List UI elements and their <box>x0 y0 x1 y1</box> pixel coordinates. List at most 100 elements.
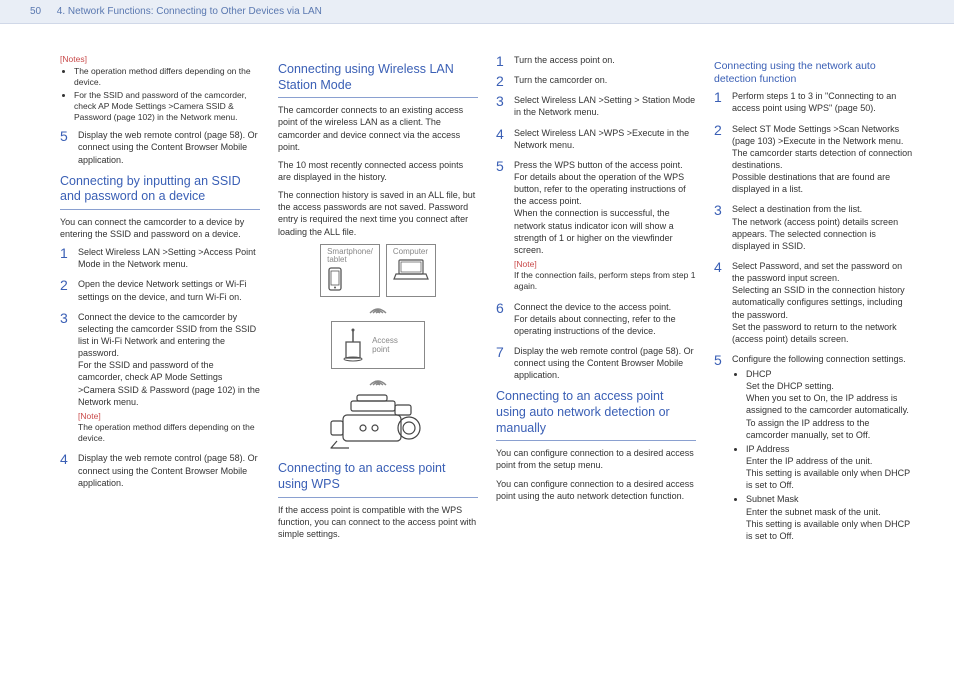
step-item: 3 Connect the device to the camcorder by … <box>60 311 260 445</box>
step-text: Configure the following connection setti… <box>732 354 906 364</box>
column-4: Connecting using the network auto detect… <box>714 54 914 550</box>
device-label: Computer <box>393 248 429 257</box>
connection-diagram: Smartphone/ tablet Computer <box>278 244 478 454</box>
step-number: 4 <box>60 450 68 469</box>
step-number: 1 <box>60 244 68 263</box>
camcorder-icon <box>323 393 433 453</box>
step-text: Press the WPS button of the access point… <box>514 160 686 255</box>
step-item: 4 Select Wireless LAN >WPS >Execute in th… <box>496 127 696 151</box>
device-label: Smartphone/ tablet <box>327 248 373 266</box>
step-item: 5 Display the web remote control (page 5… <box>60 129 260 165</box>
step-number: 2 <box>714 121 722 140</box>
step-item: 3 Select Wireless LAN >Setting > Station … <box>496 94 696 118</box>
step-text: Open the device Network settings or Wi-F… <box>78 279 247 301</box>
paragraph: If the access point is compatible with t… <box>278 504 478 540</box>
paragraph: The camcorder connects to an existing ac… <box>278 104 478 153</box>
step-text: Select Wireless LAN >Setting > Station M… <box>514 95 695 117</box>
smartphone-icon <box>327 267 373 291</box>
step-item: 2 Select ST Mode Settings >Scan Networks … <box>714 123 914 196</box>
note-label: [Note] <box>78 411 260 422</box>
step-item: 1Turn the access point on. <box>496 54 696 66</box>
step-item: 2Open the device Network settings or Wi-… <box>60 278 260 302</box>
step-text: Display the web remote control (page 58)… <box>78 453 258 487</box>
bullet-title: Subnet Mask <box>746 494 799 504</box>
page-number: 50 <box>30 6 54 17</box>
step-text: Display the web remote control (page 58)… <box>514 346 694 380</box>
note-label: [Note] <box>514 259 696 270</box>
step-number: 4 <box>496 125 504 144</box>
step-item: 3 Select a destination from the list. The… <box>714 203 914 252</box>
column-1: [Notes] The operation method differs dep… <box>60 54 260 550</box>
paragraph: The 10 most recently connected access po… <box>278 159 478 183</box>
step-number: 3 <box>714 201 722 220</box>
step-text: Connect the device to the camcorder by s… <box>78 312 260 407</box>
step-list: 1Turn the access point on. 2Turn the cam… <box>496 54 696 381</box>
bullet-body: Enter the subnet mask of the unit. This … <box>746 507 910 541</box>
bullet-body: Enter the IP address of the unit. This s… <box>746 456 910 490</box>
bullet-item: IP Address Enter the IP address of the un… <box>746 443 914 492</box>
header-title: 4. Network Functions: Connecting to Othe… <box>57 6 322 17</box>
step-text: Turn the access point on. <box>514 55 615 65</box>
step-text: Connect the device to the access point. … <box>514 302 676 336</box>
step-item: 6 Connect the device to the access point.… <box>496 301 696 337</box>
notes-list: The operation method differs depending o… <box>60 66 260 123</box>
step-number: 5 <box>496 157 504 176</box>
laptop-icon <box>393 258 429 282</box>
step-text: Select ST Mode Settings >Scan Networks (… <box>732 124 912 195</box>
step-item: 5 Configure the following connection sett… <box>714 353 914 542</box>
wifi-icon <box>366 301 390 317</box>
step-text: Display the web remote control (page 58)… <box>78 130 258 164</box>
page-header: 50 4. Network Functions: Connecting to O… <box>0 0 954 24</box>
note-item: The operation method differs depending o… <box>74 66 260 88</box>
smartphone-box: Smartphone/ tablet <box>320 244 380 298</box>
computer-box: Computer <box>386 244 436 298</box>
note-body: The operation method differs depending o… <box>78 422 260 444</box>
paragraph: The connection history is saved in an AL… <box>278 189 478 238</box>
column-3: 1Turn the access point on. 2Turn the cam… <box>496 54 696 550</box>
step-number: 1 <box>496 52 504 71</box>
note-body: If the connection fails, perform steps f… <box>514 270 696 292</box>
step-text: Select Password, and set the password on… <box>732 261 905 344</box>
step-item: 4 Display the web remote control (page 58… <box>60 452 260 488</box>
step-number: 5 <box>714 351 722 370</box>
step-number: 2 <box>496 72 504 91</box>
step-text: Select Wireless LAN >Setting >Access Poi… <box>78 247 256 269</box>
bullet-item: DHCP Set the DHCP setting. When you set t… <box>746 368 914 441</box>
notes-label: [Notes] <box>60 54 260 64</box>
column-2: Connecting using Wireless LAN Station Mo… <box>278 54 478 550</box>
step-number: 3 <box>496 92 504 111</box>
section-title: Connecting to an access point using WPS <box>278 461 478 497</box>
note-item: For the SSID and password of the camcord… <box>74 90 260 123</box>
bullet-item: Subnet Mask Enter the subnet mask of the … <box>746 493 914 542</box>
bullet-title: DHCP <box>746 369 772 379</box>
step-number: 1 <box>714 88 722 107</box>
device-row: Smartphone/ tablet Computer <box>320 244 436 298</box>
step-item: 4 Select Password, and set the password o… <box>714 260 914 345</box>
section-title: Connecting using the network auto detect… <box>714 60 914 86</box>
step-number: 7 <box>496 343 504 362</box>
section-intro: You can connect the camcorder to a devic… <box>60 216 260 240</box>
step-list: 1 Select Wireless LAN >Setting >Access Po… <box>60 246 260 489</box>
step-number: 3 <box>60 309 68 328</box>
paragraph: You can configure connection to a desire… <box>496 478 696 502</box>
section-title: Connecting using Wireless LAN Station Mo… <box>278 62 478 98</box>
paragraph: You can configure connection to a desire… <box>496 447 696 471</box>
step-number: 4 <box>714 258 722 277</box>
page-content: [Notes] The operation method differs dep… <box>0 24 954 570</box>
step-item: 2Turn the camcorder on. <box>496 74 696 86</box>
router-icon <box>342 328 364 362</box>
bullet-body: Set the DHCP setting. When you set to On… <box>746 381 909 440</box>
step-item: 1Perform steps 1 to 3 in "Connecting to … <box>714 90 914 114</box>
step-text: Select a destination from the list. The … <box>732 204 898 250</box>
step-text: Turn the camcorder on. <box>514 75 607 85</box>
wifi-icon <box>366 373 390 389</box>
step-list: 1Perform steps 1 to 3 in "Connecting to … <box>714 90 914 542</box>
step-number: 6 <box>496 299 504 318</box>
access-point-box: Access point <box>331 321 425 369</box>
section-title: Connecting to an access point using auto… <box>496 389 696 441</box>
step-list: 5 Display the web remote control (page 5… <box>60 129 260 165</box>
step-item: 1 Select Wireless LAN >Setting >Access Po… <box>60 246 260 270</box>
step-text: Select Wireless LAN >WPS >Execute in the… <box>514 128 689 150</box>
ap-label: Access point <box>372 336 398 354</box>
bullet-title: IP Address <box>746 444 789 454</box>
